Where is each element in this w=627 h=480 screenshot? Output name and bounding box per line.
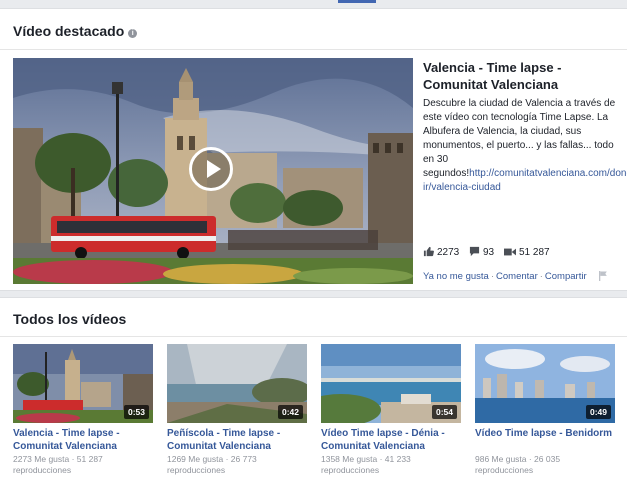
share-link[interactable]: Compartir [545, 271, 587, 282]
header-divider [0, 336, 627, 337]
featured-section-title: Vídeo destacado i [13, 23, 138, 39]
video-duration: 0:53 [123, 405, 149, 419]
featured-video-player[interactable] [13, 58, 413, 284]
top-bar [0, 0, 627, 8]
unlike-link[interactable]: Ya no me gusta [423, 271, 489, 282]
likes-stat[interactable]: 2273 [423, 246, 459, 260]
info-icon[interactable]: i [128, 29, 138, 38]
comments-stat[interactable]: 93 [469, 246, 494, 260]
play-icon [207, 160, 221, 178]
active-tab-indicator [338, 0, 376, 3]
video-duration: 0:49 [585, 405, 611, 419]
video-title-3[interactable]: Vídeo Time lapse - Dénia - Comunitat Val… [321, 427, 466, 453]
video-meta-2: 1269 Me gusta · 26 773 reproducciones [167, 454, 257, 475]
video-meta-1: 2273 Me gusta · 51 287 reproducciones [13, 454, 103, 475]
views-stat: 51 287 [504, 246, 550, 260]
video-duration: 0:54 [431, 405, 457, 419]
all-videos-section-title: Todos los vídeos [13, 311, 127, 327]
all-videos-card: Todos los vídeos 0:53 Valencia - Time la… [0, 297, 627, 480]
featured-video-description: Descubre la ciudad de Valencia a través … [423, 97, 627, 195]
video-views-icon [504, 248, 516, 256]
video-meta-3: 1358 Me gusta · 41 233 reproducciones [321, 454, 411, 475]
featured-video-title[interactable]: Valencia - Time lapse - Comunitat Valenc… [423, 59, 618, 93]
like-icon [423, 246, 434, 257]
video-duration: 0:42 [277, 405, 303, 419]
video-thumbnail-3[interactable]: 0:54 [321, 344, 461, 423]
video-title-1[interactable]: Valencia - Time lapse - Comunitat Valenc… [13, 427, 158, 453]
flag-icon[interactable] [598, 271, 608, 281]
comment-icon [469, 246, 480, 257]
video-title-2[interactable]: Peñíscola - Time lapse - Comunitat Valen… [167, 427, 312, 453]
video-title-4[interactable]: Vídeo Time lapse - Benidorm [475, 427, 620, 440]
play-button[interactable] [189, 147, 233, 191]
video-thumbnail-1[interactable]: 0:53 [13, 344, 153, 423]
featured-video-card: Vídeo destacado i Valencia - Time lapse … [0, 8, 627, 291]
comment-link[interactable]: Comentar [496, 271, 538, 282]
video-thumbnail-4[interactable]: 0:49 [475, 344, 615, 423]
header-divider [0, 49, 627, 50]
video-thumbnail-2[interactable]: 0:42 [167, 344, 307, 423]
video-meta-4: 986 Me gusta · 26 035 reproducciones [475, 454, 561, 475]
featured-actions: Ya no me gusta · Comentar · Compartir [423, 271, 587, 282]
